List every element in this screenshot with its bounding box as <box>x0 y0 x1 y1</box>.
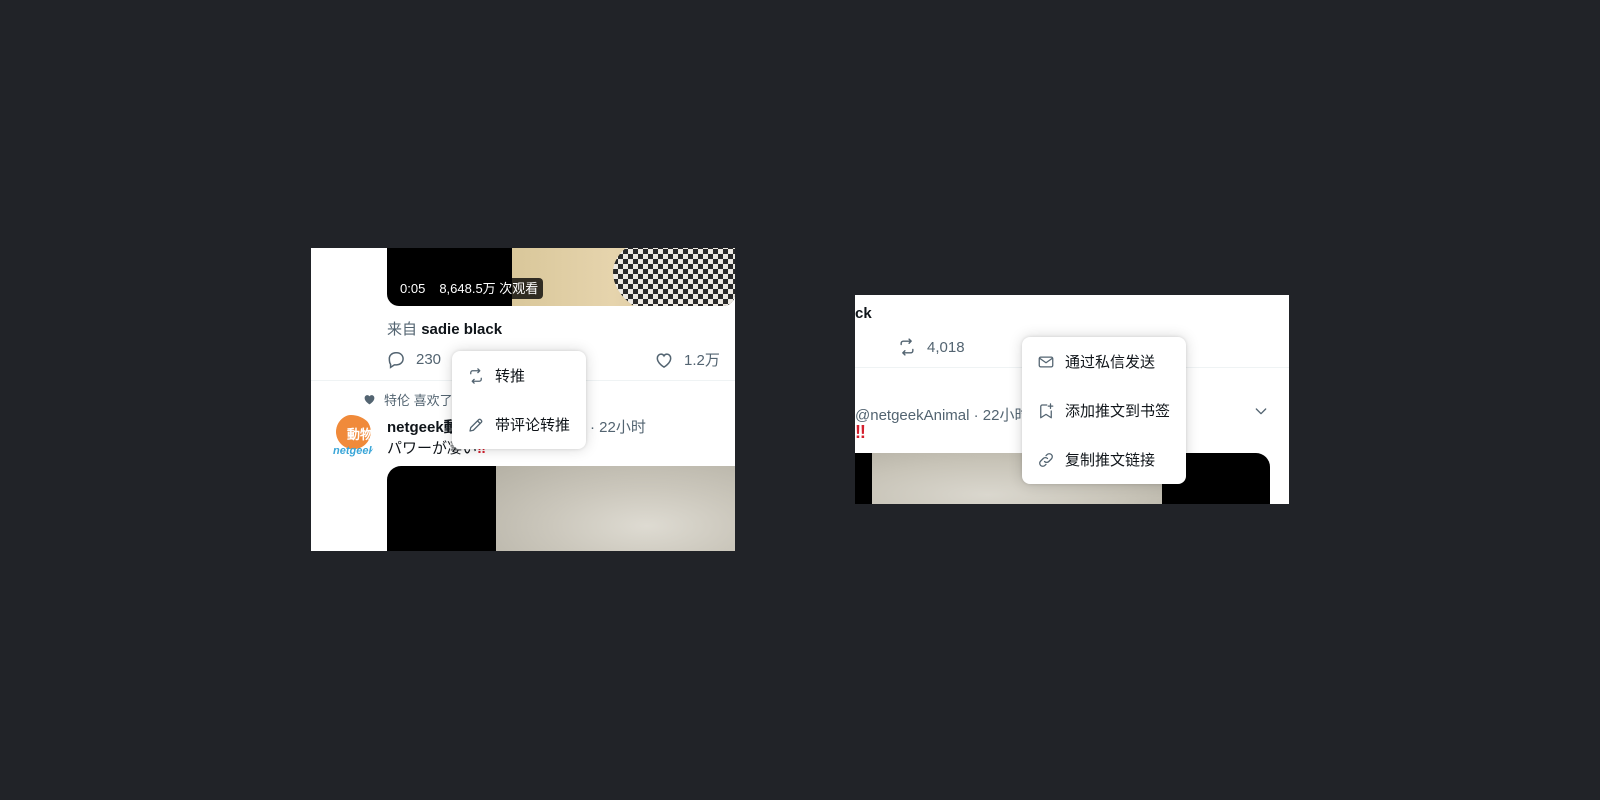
heart-icon <box>656 352 672 368</box>
tweet-emoji: ‼ <box>855 422 866 442</box>
menu-item-add-bookmark[interactable]: 添加推文到书签 <box>1022 386 1186 435</box>
reply-icon <box>388 352 404 369</box>
video-duration: 0:05 <box>395 278 431 299</box>
envelope-icon <box>1038 355 1054 368</box>
menu-item-quote-tweet[interactable]: 带评论转推 <box>452 400 586 449</box>
link-icon <box>1039 452 1053 467</box>
menu-item-label: 添加推文到书签 <box>1065 403 1171 420</box>
social-context[interactable]: 特伦 喜欢了 <box>363 390 453 409</box>
chevron-down-icon[interactable] <box>1253 403 1269 419</box>
menu-item-label: 复制推文链接 <box>1065 452 1156 469</box>
avatar-text-bottom: netgeek <box>333 445 375 457</box>
author-name-fragment[interactable]: ck <box>855 305 872 322</box>
avatar-text-top: 動物 <box>347 427 374 442</box>
retweet-icon <box>470 367 482 384</box>
attribution-prefix: 来自 <box>387 321 418 338</box>
retweet-count: 4,018 <box>927 338 965 356</box>
menu-item-copy-link[interactable]: 复制推文链接 <box>1022 435 1186 484</box>
bookmark-add-icon <box>1040 402 1054 418</box>
share-menu: 通过私信发送 添加推文到书签 复制推文链接 <box>1022 337 1186 484</box>
video-player[interactable]: 0:05 8,648.5万 次观看 <box>387 248 735 306</box>
menu-item-label: 带评论转推 <box>495 417 571 434</box>
reply-count: 230 <box>416 350 442 368</box>
video-frame <box>512 248 735 306</box>
video-attribution: 来自 sadie black <box>387 318 502 339</box>
attribution-user[interactable]: sadie black <box>421 321 502 338</box>
reply-button[interactable]: 230 <box>386 349 441 369</box>
like-count: 1.2万 <box>684 352 720 369</box>
media-image <box>496 466 735 551</box>
menu-item-send-dm[interactable]: 通过私信发送 <box>1022 337 1186 386</box>
tweet-timestamp[interactable]: · 22小时 <box>590 416 646 437</box>
avatar[interactable]: 動物 netgeek <box>327 415 375 463</box>
handle-and-timestamp[interactable]: @netgeekAnimal · 22小时 <box>855 404 1029 425</box>
video-views: 8,648.5万 次观看 <box>434 278 544 299</box>
left-screenshot-panel: 0:05 8,648.5万 次观看 来自 sadie black 230 1.2… <box>311 248 735 551</box>
retweet-icon <box>900 338 914 356</box>
heart-filled-icon <box>364 395 375 405</box>
checkered-fabric-image <box>613 248 735 306</box>
menu-item-label: 转推 <box>495 368 526 385</box>
right-screenshot-panel: ck 4,018 @netgeekAnimal · 22小时 ‼ 通过私信发送 … <box>855 295 1289 504</box>
video-badges: 0:05 8,648.5万 次观看 <box>395 278 544 299</box>
pencil-icon <box>469 418 483 432</box>
menu-item-retweet[interactable]: 转推 <box>452 351 586 400</box>
like-button[interactable]: 1.2万 <box>654 349 720 370</box>
menu-item-label: 通过私信发送 <box>1065 354 1156 371</box>
social-context-text: 特伦 喜欢了 <box>384 393 453 408</box>
tweet-author-name[interactable]: netgeek動物 <box>387 416 453 437</box>
retweet-menu: 转推 带评论转推 <box>452 351 586 449</box>
tweet-media[interactable] <box>387 466 735 551</box>
retweet-button[interactable]: 4,018 <box>897 337 965 357</box>
